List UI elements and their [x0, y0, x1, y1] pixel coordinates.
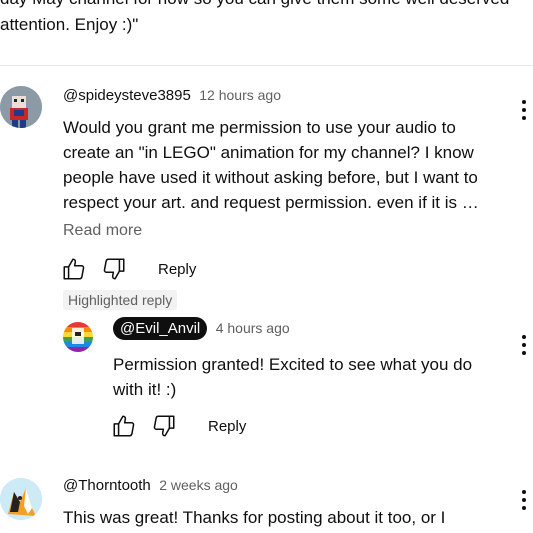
comment-text-line: respect your art. and request permission… — [63, 193, 479, 212]
thumb-down-icon[interactable] — [151, 413, 177, 439]
comment-text: Would you grant me permission to use you… — [63, 115, 523, 215]
comment-divider — [0, 65, 533, 66]
avatar[interactable] — [0, 86, 42, 128]
reply-text-line: Permission granted! Excited to see what … — [113, 355, 473, 374]
comment-header: @Thorntooth 2 weeks ago — [63, 477, 238, 495]
comment-text-line: Would you grant me permission to use you… — [63, 118, 456, 137]
reply-timestamp[interactable]: 4 hours ago — [216, 320, 290, 336]
comment-text-line: people have used it without asking befor… — [63, 168, 478, 187]
thumb-up-icon[interactable] — [111, 413, 137, 439]
comment-author[interactable]: @Thorntooth — [63, 477, 151, 494]
comment-header: @spideysteve3895 12 hours ago — [63, 87, 281, 105]
highlighted-reply-badge: Highlighted reply — [63, 290, 178, 310]
previous-comment-text: day May channel for now so you can give … — [0, 0, 533, 38]
comment-text-line: create an "in LEGO" animation for my cha… — [63, 143, 474, 162]
previous-comment-line: day May channel for now so you can give … — [0, 0, 533, 12]
creator-badge[interactable]: @Evil_Anvil — [113, 317, 208, 340]
reply-text: Permission granted! Excited to see what … — [113, 352, 513, 402]
avatar[interactable] — [0, 478, 42, 520]
thumb-up-icon[interactable] — [61, 256, 87, 282]
reply-header: @Evil_Anvil 4 hours ago — [113, 317, 290, 340]
comment-author[interactable]: @spideysteve3895 — [63, 87, 191, 104]
avatar[interactable] — [63, 322, 93, 352]
thumb-down-icon[interactable] — [101, 256, 127, 282]
more-vert-icon[interactable] — [521, 335, 527, 357]
comment-text-line: This was great! Thanks for posting about… — [63, 508, 446, 527]
reply-text-line: with it! :) — [113, 380, 177, 399]
comment-text: This was great! Thanks for posting about… — [63, 505, 523, 530]
reply-button[interactable]: Reply — [158, 261, 196, 278]
read-more-button[interactable]: Read more — [63, 222, 142, 240]
comment-timestamp[interactable]: 12 hours ago — [199, 87, 281, 103]
comment-timestamp[interactable]: 2 weeks ago — [159, 477, 238, 493]
previous-comment-line: attention. Enjoy :)" — [0, 15, 139, 34]
reply-button[interactable]: Reply — [208, 418, 246, 435]
